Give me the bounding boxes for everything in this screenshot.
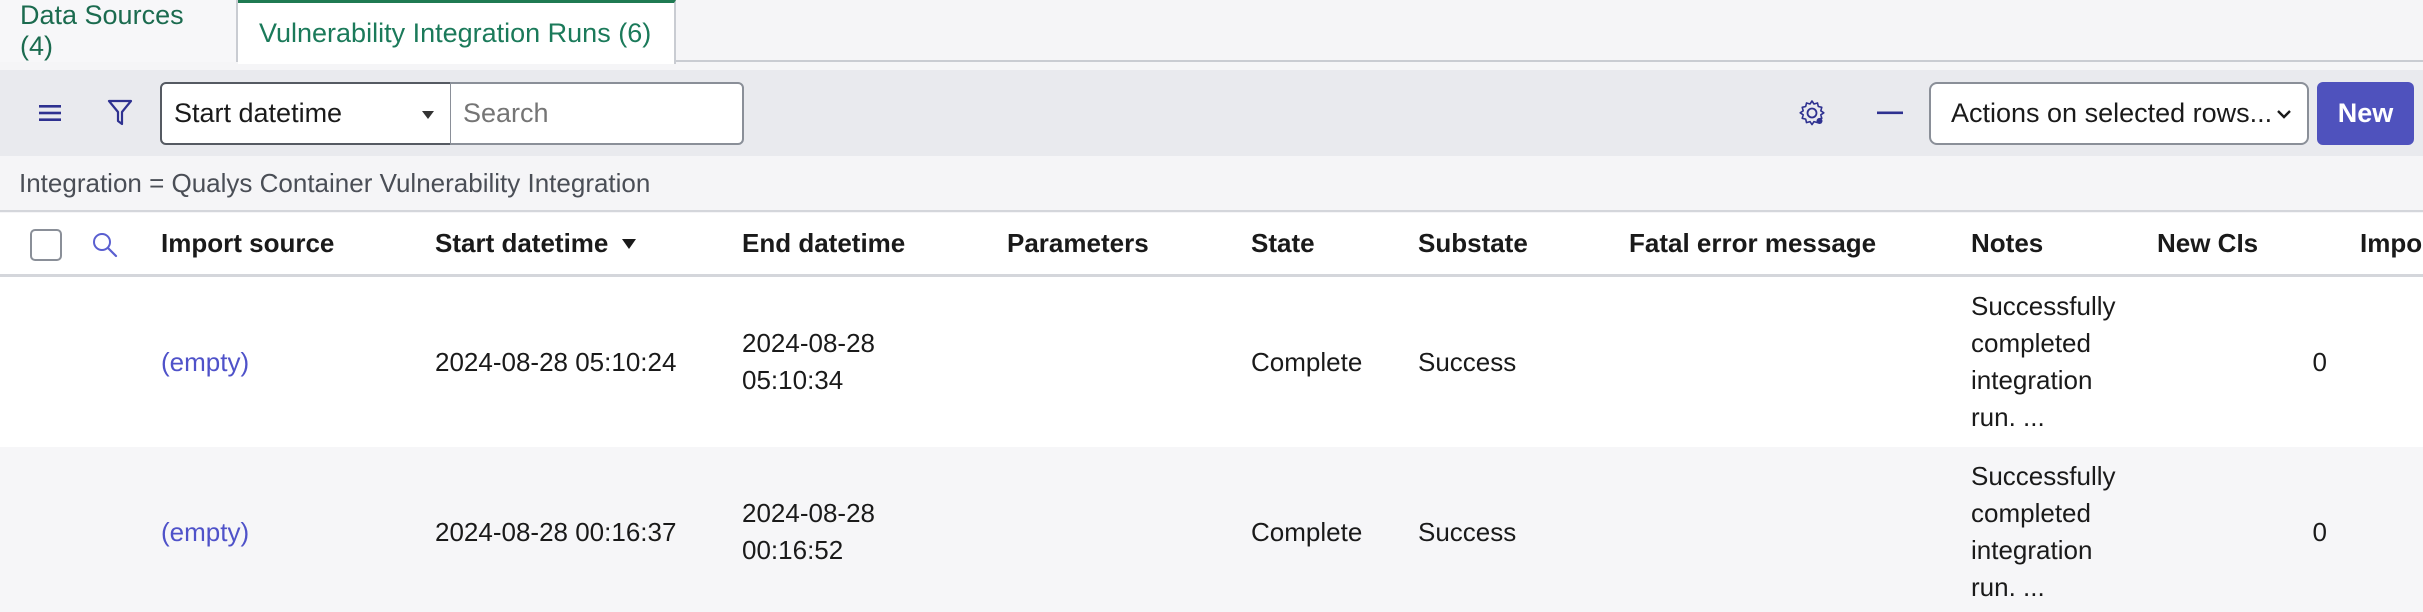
column-header-imported[interactable]: Impo: [2360, 213, 2422, 274]
search-field-select[interactable]: Start datetime: [160, 82, 452, 145]
table-header: Import source Start datetime End datetim…: [0, 213, 2423, 277]
minus-icon[interactable]: [1870, 93, 1910, 133]
column-header-end-datetime[interactable]: End datetime: [742, 213, 905, 274]
column-header-start-datetime[interactable]: Start datetime: [435, 213, 637, 274]
end-datetime-cell: 2024-08-28 00:16:52: [742, 447, 875, 612]
notes-cell: Successfully completed integration run. …: [1971, 277, 2116, 447]
filter-condition-link[interactable]: Integration = Qualys Container Vulnerabi…: [19, 168, 650, 199]
list-toolbar: Start datetime Actions on selected rows.…: [0, 70, 2423, 156]
search-input[interactable]: [450, 82, 744, 145]
tab-vulnerability-integration-runs[interactable]: Vulnerability Integration Runs (6): [238, 0, 676, 64]
new-cis-cell: 0: [2312, 516, 2327, 547]
notes-line: integration: [1971, 535, 2093, 565]
column-header-substate[interactable]: Substate: [1418, 213, 1528, 274]
import-source-link[interactable]: (empty): [161, 447, 249, 612]
chevron-down-icon: [2275, 102, 2293, 133]
column-header-import-source[interactable]: Import source: [161, 213, 334, 274]
column-label: Substate: [1418, 228, 1528, 258]
tab-data-sources[interactable]: Data Sources (4): [0, 0, 238, 62]
column-label: End datetime: [742, 228, 906, 258]
select-all-checkbox[interactable]: [30, 229, 62, 261]
notes-line: run. ...: [1971, 402, 2045, 432]
notes-line: completed: [1971, 498, 2091, 528]
column-label: State: [1251, 228, 1315, 258]
column-label: Parameters: [1007, 228, 1149, 258]
new-button[interactable]: New: [2317, 82, 2414, 145]
column-search-icon[interactable]: [90, 230, 120, 265]
table-row[interactable]: (empty) 2024-08-28 00:16:37 2024-08-28 00…: [0, 447, 2423, 612]
notes-line: run. ...: [1971, 572, 2045, 602]
column-label: Fatal error message: [1629, 228, 1877, 258]
funnel-filter-icon[interactable]: [100, 93, 140, 133]
table-row[interactable]: (empty) 2024-08-28 05:10:24 2024-08-28 05…: [0, 277, 2423, 447]
hamburger-menu-icon[interactable]: [30, 93, 70, 133]
actions-on-selected-rows-select[interactable]: Actions on selected rows...: [1929, 82, 2309, 145]
related-list-tabs: Data Sources (4) Vulnerability Integrati…: [0, 0, 2423, 64]
state-cell: Complete: [1251, 516, 1363, 547]
substate-cell: Success: [1418, 346, 1517, 377]
notes-line: integration: [1971, 365, 2093, 395]
notes-line: Successfully: [1971, 291, 2116, 321]
column-header-parameters[interactable]: Parameters: [1007, 213, 1149, 274]
column-header-notes[interactable]: Notes: [1971, 213, 2043, 274]
notes-cell: Successfully completed integration run. …: [1971, 447, 2116, 612]
end-date: 2024-08-28: [742, 498, 875, 528]
substate-cell: Success: [1418, 516, 1517, 547]
new-cis-cell: 0: [2312, 346, 2327, 377]
column-label: Start datetime: [435, 228, 609, 258]
start-datetime-cell: 2024-08-28 00:16:37: [435, 516, 677, 547]
actions-select-value: Actions on selected rows...: [1951, 98, 2273, 128]
gear-icon[interactable]: [1792, 93, 1832, 133]
notes-line: completed: [1971, 328, 2091, 358]
filter-breadcrumb: Integration = Qualys Container Vulnerabi…: [0, 156, 2423, 212]
start-datetime-cell: 2024-08-28 05:10:24: [435, 346, 677, 377]
sort-descending-icon: [622, 238, 637, 249]
state-cell: Complete: [1251, 346, 1363, 377]
notes-line: Successfully: [1971, 461, 2116, 491]
column-label: Import source: [161, 228, 335, 258]
column-label: New CIs: [2157, 228, 2259, 258]
end-datetime-cell: 2024-08-28 05:10:34: [742, 277, 875, 447]
end-time: 00:16:52: [742, 535, 844, 565]
column-label: Impo: [2360, 228, 2423, 258]
end-date: 2024-08-28: [742, 328, 875, 358]
search-field-select-value: Start datetime: [174, 98, 343, 128]
caret-down-icon: [422, 111, 434, 119]
column-header-state[interactable]: State: [1251, 213, 1315, 274]
column-header-new-cis[interactable]: New CIs: [2157, 213, 2258, 274]
import-source-link[interactable]: (empty): [161, 277, 249, 447]
column-label: Notes: [1971, 228, 2044, 258]
column-header-fatal-error-message[interactable]: Fatal error message: [1629, 213, 1876, 274]
end-time: 05:10:34: [742, 365, 844, 395]
